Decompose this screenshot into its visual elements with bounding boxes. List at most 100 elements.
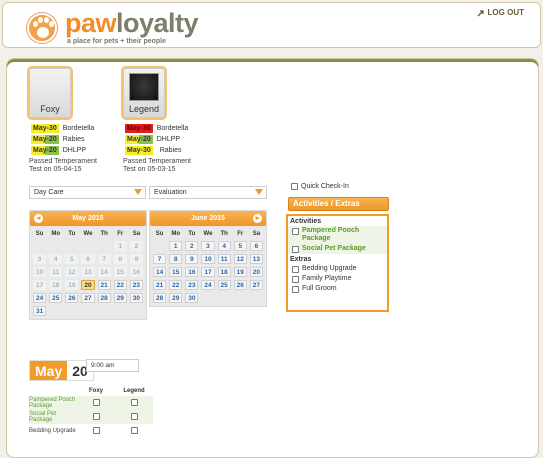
schedule-checkbox[interactable] [92, 412, 100, 420]
activity-checkbox[interactable] [292, 246, 299, 253]
calendar-day-disabled: 6 [81, 254, 95, 264]
calendar-day[interactable]: 16 [185, 267, 199, 277]
calendar-empty-cell [81, 241, 94, 251]
evaluation-select[interactable]: Evaluation [149, 186, 267, 199]
temperament-status: Passed Temperament Test on 05-04-15 [29, 158, 97, 173]
calendar-day[interactable]: 22 [113, 280, 127, 290]
calendar-day[interactable]: 28 [153, 293, 167, 303]
calendar-empty-cell [33, 241, 46, 251]
calendar-week-row: 123456 [153, 241, 263, 251]
calendar-empty-cell [114, 306, 127, 316]
calendar-day[interactable]: 28 [97, 293, 111, 303]
calendar-header: June 2015 ▸ [150, 211, 266, 226]
vaccination-name: DHLPP [156, 136, 181, 143]
calendar-day[interactable]: 2 [185, 241, 199, 251]
calendar-day[interactable]: 23 [185, 280, 199, 290]
calendar-day[interactable]: 29 [169, 293, 183, 303]
activity-checkbox[interactable] [292, 228, 299, 235]
time-input[interactable]: 9:00 am [86, 359, 139, 372]
vaccination-date-badge: May-20 [31, 135, 59, 144]
schedule-checkbox[interactable] [130, 398, 138, 406]
pet-card-legend[interactable]: Legend [123, 68, 165, 118]
calendar-day[interactable]: 27 [81, 293, 95, 303]
calendar-day[interactable]: 17 [201, 267, 215, 277]
calendar-day[interactable]: 14 [153, 267, 167, 277]
activities-extras-button[interactable]: Activities / Extras [288, 197, 389, 211]
brand-logo-text[interactable]: pawloyalty [65, 8, 199, 38]
calendar-week-row: 24 25 26 27 28 29 30 [33, 293, 143, 303]
quick-checkin-checkbox[interactable] [291, 183, 298, 190]
calendar-day[interactable]: 31 [33, 306, 47, 316]
calendar-day-disabled: 8 [113, 254, 127, 264]
pet-card-foxy[interactable]: Foxy [29, 68, 71, 118]
extra-option[interactable]: Bedding Upgrade [288, 264, 387, 274]
schedule-checkbox[interactable] [92, 426, 100, 434]
pet-column-header: Foxy [88, 388, 103, 394]
activity-label: Pampered Pooch Package [302, 227, 360, 242]
calendar-day[interactable]: 19 [233, 267, 247, 277]
vaccination-name: Rabies [159, 147, 182, 154]
calendar-day[interactable]: 9 [185, 254, 199, 264]
extras-header: Extras [290, 256, 312, 263]
calendar-day[interactable]: 4 [217, 241, 231, 251]
activity-option[interactable]: Pampered Pooch Package [288, 226, 387, 244]
calendar-day[interactable]: 25 [217, 280, 231, 290]
schedule-checkbox[interactable] [130, 412, 138, 420]
calendar-day[interactable]: 20 [249, 267, 263, 277]
calendar-day[interactable]: 7 [153, 254, 167, 264]
service-select[interactable]: Day Care [29, 186, 146, 199]
calendar-empty-cell [49, 241, 62, 251]
calendar-day[interactable]: 1 [169, 241, 183, 251]
calendar-day[interactable]: 21 [153, 280, 167, 290]
calendar-day[interactable]: 25 [49, 293, 63, 303]
weekday-label: Fr [117, 230, 124, 237]
calendar-day[interactable]: 30 [129, 293, 143, 303]
calendar-day[interactable]: 5 [233, 241, 247, 251]
schedule-checkbox[interactable] [92, 398, 100, 406]
calendar-day[interactable]: 24 [201, 280, 215, 290]
activity-option[interactable]: Social Pet Package [288, 244, 387, 254]
calendar-day-selected[interactable]: 20 [81, 280, 95, 290]
calendar-may: ◂ May 2015 Su Mo Tu We Th Fr Sa 1 2 3 4 5 6 7 8 9 10 11 1… [29, 210, 147, 320]
activities-header: Activities [290, 218, 322, 225]
header-bar: pawloyalty a place for pets + their peop… [2, 2, 541, 48]
calendar-day[interactable]: 8 [169, 254, 183, 264]
table-row: Social Pet Package [29, 410, 153, 424]
calendar-day[interactable]: 18 [217, 267, 231, 277]
brand-tagline: a place for pets + their people [67, 38, 167, 45]
selected-date-display: May 20 [29, 360, 94, 381]
extra-checkbox[interactable] [292, 266, 299, 273]
extra-checkbox[interactable] [292, 286, 299, 293]
calendar-day[interactable]: 26 [65, 293, 79, 303]
calendar-day[interactable]: 29 [113, 293, 127, 303]
quick-checkin-option[interactable]: Quick Check-In [291, 183, 349, 190]
calendar-day[interactable]: 11 [217, 254, 231, 264]
prev-month-icon[interactable]: ◂ [34, 214, 43, 223]
calendar-empty-cell [98, 306, 111, 316]
calendar-day[interactable]: 27 [249, 280, 263, 290]
next-month-icon[interactable]: ▸ [253, 214, 262, 223]
schedule-checkbox[interactable] [130, 426, 138, 434]
brand-part-loyalty: loyalty [116, 8, 199, 38]
extra-checkbox[interactable] [292, 276, 299, 283]
vaccination-date-badge: May-20 [31, 146, 59, 155]
calendar-day[interactable]: 22 [169, 280, 183, 290]
calendar-day[interactable]: 15 [169, 267, 183, 277]
logout-link[interactable]: LOG OUT [477, 8, 524, 17]
vaccination-date-badge: May-30 [31, 124, 59, 133]
calendar-day[interactable]: 13 [249, 254, 263, 264]
extra-label: Bedding Upgrade [302, 265, 357, 272]
calendar-day[interactable]: 24 [33, 293, 47, 303]
calendar-day[interactable]: 23 [129, 280, 143, 290]
calendar-day[interactable]: 10 [201, 254, 215, 264]
calendar-week-row: 17 18 19 20 21 22 23 [33, 280, 143, 290]
extra-option[interactable]: Full Groom [288, 284, 387, 294]
calendar-day[interactable]: 6 [249, 241, 263, 251]
calendar-day[interactable]: 26 [233, 280, 247, 290]
calendar-day[interactable]: 30 [185, 293, 199, 303]
calendar-day[interactable]: 21 [97, 280, 111, 290]
extra-option[interactable]: Family Playtime [288, 274, 387, 284]
calendar-empty-cell [250, 293, 263, 303]
calendar-day[interactable]: 3 [201, 241, 215, 251]
calendar-day[interactable]: 12 [233, 254, 247, 264]
